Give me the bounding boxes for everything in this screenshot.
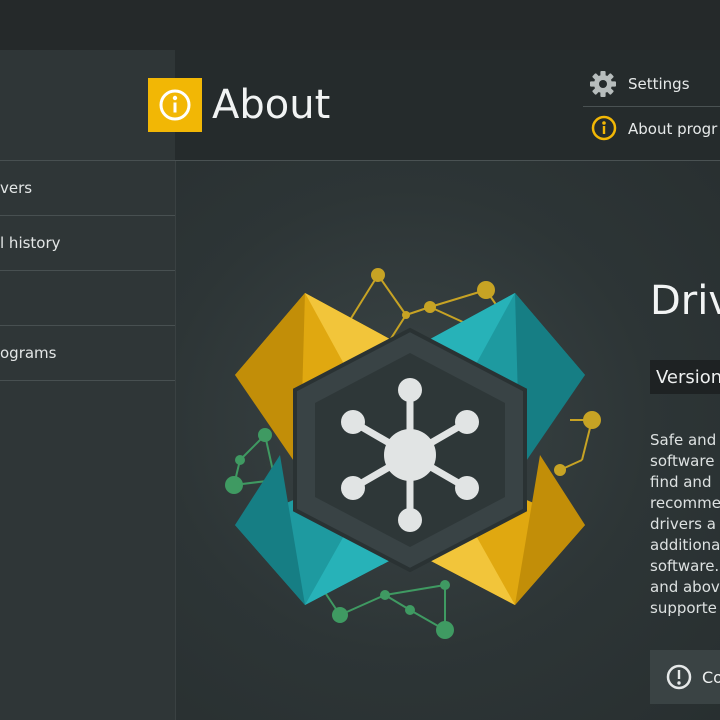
settings-label: Settings bbox=[628, 75, 690, 93]
sidebar-item-label: vers bbox=[0, 179, 33, 197]
description-line: software bbox=[650, 452, 715, 470]
description-line: Safe and bbox=[650, 431, 717, 449]
description-line: find and bbox=[650, 473, 712, 491]
description-line: supporte bbox=[650, 599, 717, 617]
app-name: Driv bbox=[650, 278, 720, 324]
info-icon bbox=[159, 89, 191, 121]
about-badge bbox=[148, 78, 202, 132]
description-line: drivers a bbox=[650, 515, 716, 533]
sidebar-item-drivers[interactable]: vers bbox=[0, 161, 175, 216]
description-line: recomme bbox=[650, 494, 720, 512]
window-title-bar bbox=[0, 0, 720, 50]
sidebar-item-programs[interactable]: ograms bbox=[0, 326, 175, 381]
sidebar-item-label: ograms bbox=[0, 344, 57, 362]
description-line: additiona bbox=[650, 536, 720, 554]
about-program-label: About progr bbox=[628, 120, 718, 138]
gear-icon bbox=[590, 71, 616, 97]
about-program-menu-item[interactable]: About progr bbox=[583, 107, 720, 151]
description-line: and abov bbox=[650, 578, 720, 596]
app-description: Safe and software find and recomme drive… bbox=[650, 430, 720, 619]
sidebar: vers l history ograms bbox=[0, 50, 176, 720]
driver-network-logo bbox=[225, 268, 601, 639]
page-title: About bbox=[212, 82, 331, 128]
alert-icon bbox=[666, 664, 692, 690]
sidebar-item-label: l history bbox=[0, 234, 61, 252]
description-line: software. bbox=[650, 557, 720, 575]
settings-menu-item[interactable]: Settings bbox=[583, 62, 720, 106]
info-icon bbox=[591, 115, 617, 141]
version-label: Version bbox=[650, 360, 720, 394]
sidebar-item-history[interactable]: l history bbox=[0, 216, 175, 271]
contact-button[interactable]: Co bbox=[650, 650, 720, 704]
sidebar-item-blank[interactable] bbox=[0, 271, 175, 326]
contact-label: Co bbox=[702, 667, 720, 687]
